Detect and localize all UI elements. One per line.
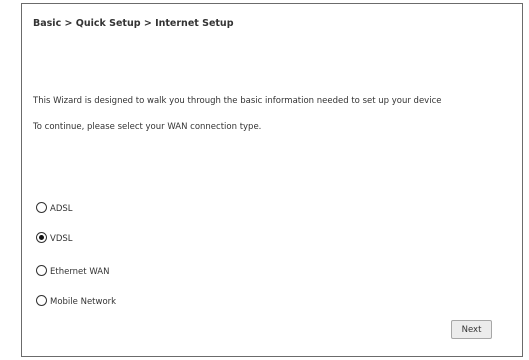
wan-option-label: Ethernet WAN	[50, 267, 110, 277]
wan-option-label: ADSL	[50, 204, 73, 214]
breadcrumb: Basic > Quick Setup > Internet Setup	[33, 18, 234, 29]
setup-panel: Basic > Quick Setup > Internet Setup Thi…	[21, 3, 523, 357]
wan-option-vdsl[interactable]: VDSL	[36, 231, 73, 244]
wan-option-adsl[interactable]: ADSL	[36, 201, 73, 214]
radio-button-vdsl[interactable]	[36, 232, 47, 243]
wan-option-label: Mobile Network	[50, 297, 117, 307]
wan-option-mobile-network[interactable]: Mobile Network	[36, 294, 116, 307]
wan-option-ethernet-wan[interactable]: Ethernet WAN	[36, 264, 109, 277]
wan-option-label: VDSL	[50, 234, 73, 244]
radio-button-adsl[interactable]	[36, 202, 47, 213]
wizard-instruction: To continue, please select your WAN conn…	[33, 122, 262, 132]
radio-button-ethernet-wan[interactable]	[36, 265, 47, 276]
radio-button-mobile-network[interactable]	[36, 295, 47, 306]
next-button[interactable]: Next	[451, 320, 492, 339]
wizard-description: This Wizard is designed to walk you thro…	[33, 96, 442, 106]
